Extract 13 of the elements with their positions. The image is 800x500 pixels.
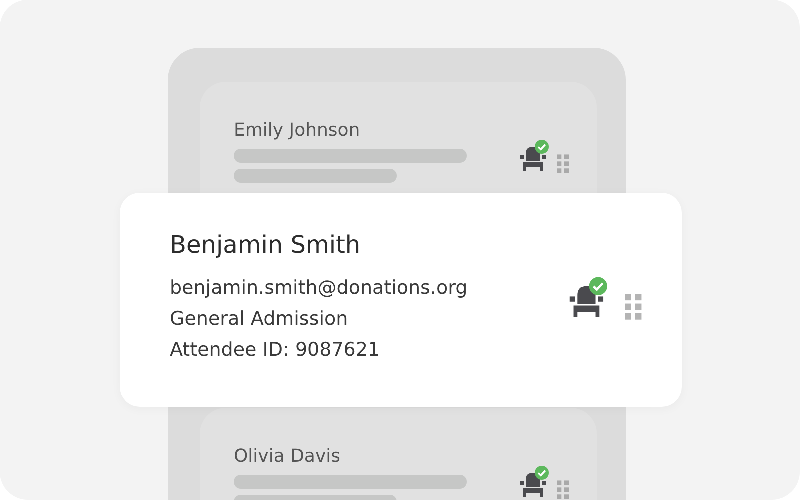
- attendee-name: Olivia Davis: [234, 446, 342, 467]
- seat-icon: [520, 147, 546, 171]
- drag-handle-icon[interactable]: [557, 154, 570, 174]
- attendee-name: Benjamin Smith: [170, 231, 362, 259]
- attendee-email: benjamin.smith@donations.org: [170, 276, 469, 301]
- seat-icon: [520, 473, 546, 497]
- drag-handle-icon[interactable]: [625, 294, 643, 320]
- attendee-card[interactable]: Olivia Davis: [200, 408, 597, 500]
- seat-icon: [570, 286, 604, 318]
- drag-handle-icon[interactable]: [557, 480, 570, 500]
- ticket-type: General Admission: [170, 307, 350, 332]
- attendee-id: Attendee ID: 9087621: [170, 338, 382, 363]
- attendee-name: Emily Johnson: [234, 120, 362, 141]
